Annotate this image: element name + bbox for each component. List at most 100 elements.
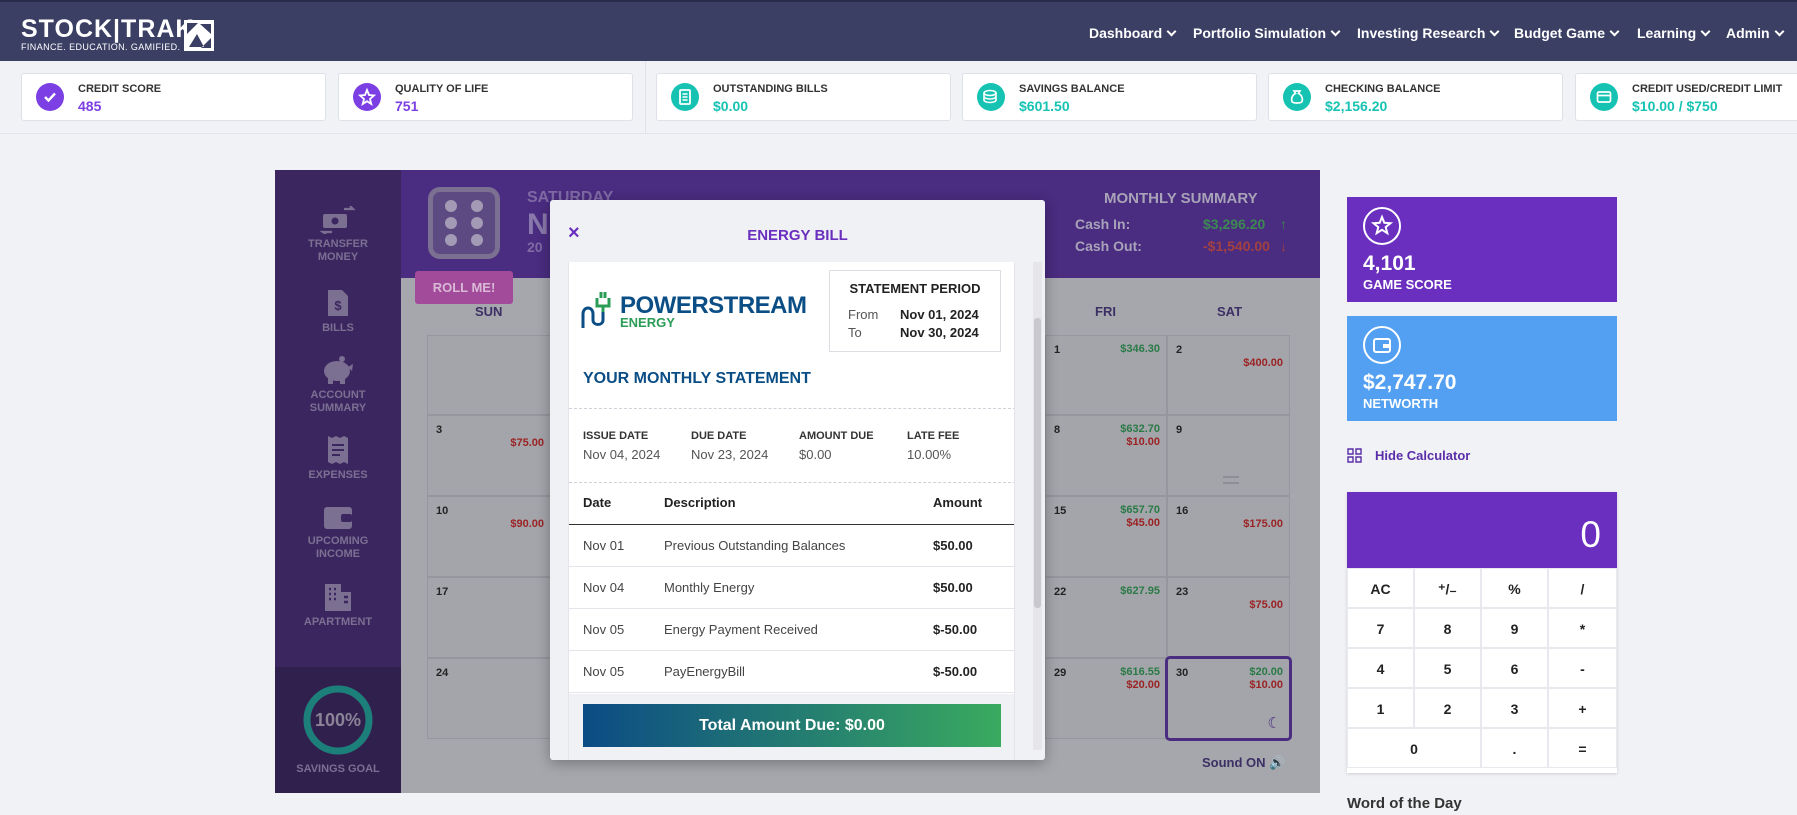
calendar-day[interactable]: 3 $75.00 — [427, 415, 551, 496]
stat-checking-balance[interactable]: CHECKING BALANCE $2,156.20 — [1268, 73, 1563, 121]
calc-key-minus[interactable]: - — [1548, 648, 1617, 688]
drag-handle-icon — [1223, 476, 1239, 484]
calculator-display-value: 0 — [1580, 514, 1601, 555]
sidebar-item-bills[interactable]: $ BILLS — [275, 288, 401, 335]
cash-in-value: $3,296.20 — [1203, 216, 1266, 232]
stat-credit-used[interactable]: CREDIT USED/CREDIT LIMIT $10.00 / $750 — [1575, 73, 1797, 121]
calendar-day[interactable]: 17 — [427, 577, 551, 658]
stat-label: CREDIT USED/CREDIT LIMIT — [1632, 83, 1783, 95]
divider — [569, 482, 1014, 483]
amount-due-label: AMOUNT DUE — [799, 430, 874, 442]
modal-scrollbar-thumb[interactable] — [1034, 318, 1041, 608]
calendar-day[interactable]: 22 $627.95 — [1045, 577, 1167, 658]
calc-key-5[interactable]: 5 — [1414, 648, 1481, 688]
statement-heading: YOUR MONTHLY STATEMENT — [583, 370, 811, 387]
networth-value: $2,747.70 — [1363, 371, 1457, 394]
table-row: Nov 04 Monthly Energy $50.00 — [569, 567, 1014, 609]
sidebar-item-label: TRANSFER MONEY — [308, 238, 368, 263]
savings-goal-label: SAVINGS GOAL — [296, 763, 380, 775]
calendar-day[interactable]: 23 $75.00 — [1167, 577, 1290, 658]
calc-key-plus[interactable]: + — [1548, 688, 1617, 728]
dice-icon[interactable] — [428, 187, 500, 259]
sidebar-item-upcoming-income[interactable]: UPCOMING INCOME — [275, 503, 401, 561]
calc-key-9[interactable]: 9 — [1481, 608, 1548, 648]
calc-key-4[interactable]: 4 — [1347, 648, 1414, 688]
calendar-day-today[interactable]: 30 $20.00 $10.00 ☾ — [1165, 656, 1292, 741]
roll-me-button[interactable]: ROLL ME! — [415, 271, 513, 304]
calc-key-2[interactable]: 2 — [1414, 688, 1481, 728]
chevron-down-icon — [1330, 26, 1341, 37]
statement-period-title: STATEMENT PERIOD — [849, 281, 981, 296]
calc-key-7[interactable]: 7 — [1347, 608, 1414, 648]
stat-value: $0.00 — [713, 98, 749, 114]
sidebar-item-account-summary[interactable]: ACCOUNT SUMMARY — [275, 355, 401, 415]
receipt-icon — [328, 436, 348, 464]
stat-label: SAVINGS BALANCE — [1019, 83, 1125, 95]
nav-learning[interactable]: Learning — [1637, 25, 1711, 41]
current-year-label: 20 — [527, 239, 543, 255]
calc-key-decimal[interactable]: . — [1481, 728, 1548, 768]
to-value: Nov 30, 2024 — [900, 325, 979, 340]
calendar-day[interactable]: 2 $400.00 — [1167, 335, 1290, 415]
calc-key-plus-minus[interactable]: ⁺/₋ — [1414, 568, 1481, 608]
game-score-value: 4,101 — [1363, 252, 1416, 275]
sound-toggle[interactable]: Sound ON 🔊 — [1202, 755, 1285, 771]
nav-dashboard[interactable]: Dashboard — [1089, 25, 1177, 41]
calc-key-percent[interactable]: % — [1481, 568, 1548, 608]
stat-credit-score[interactable]: CREDIT SCORE 485 — [21, 73, 326, 121]
chevron-down-icon — [1489, 26, 1500, 37]
calc-key-1[interactable]: 1 — [1347, 688, 1414, 728]
nav-budget-game[interactable]: Budget Game — [1514, 25, 1620, 41]
nav-investing-research[interactable]: Investing Research — [1357, 25, 1500, 41]
nav-admin[interactable]: Admin — [1726, 25, 1785, 41]
calendar-day[interactable]: 10 $90.00 — [427, 496, 551, 577]
stat-label: CREDIT SCORE — [78, 83, 162, 95]
game-sidebar: TRANSFER MONEY $ BILLS ACCOUNT SUMMARY E… — [275, 170, 401, 793]
company-subname: ENERGY — [620, 315, 675, 330]
check-badge-icon — [36, 83, 64, 111]
total-amount-due-banner: Total Amount Due: $0.00 — [583, 704, 1001, 747]
calc-key-8[interactable]: 8 — [1414, 608, 1481, 648]
column-header-date: Date — [583, 495, 612, 510]
coins-icon — [977, 83, 1005, 111]
grid-icon — [1347, 448, 1362, 463]
column-header-description: Description — [664, 495, 736, 510]
calc-key-6[interactable]: 6 — [1481, 648, 1548, 688]
stat-value: 751 — [395, 98, 419, 114]
stat-savings-balance[interactable]: SAVINGS BALANCE $601.50 — [962, 73, 1257, 121]
brand-tagline: FINANCE. EDUCATION. GAMIFIED. — [21, 42, 181, 52]
arrow-down-icon: ↓ — [1280, 238, 1287, 254]
from-value: Nov 01, 2024 — [900, 307, 979, 322]
sidebar-item-apartment[interactable]: APARTMENT — [275, 582, 401, 629]
current-month-label: N — [527, 208, 549, 241]
star-badge-icon — [353, 83, 381, 111]
stat-outstanding-bills[interactable]: OUTSTANDING BILLS $0.00 — [656, 73, 951, 121]
wallet-icon — [1363, 326, 1401, 364]
bill-dollar-icon: $ — [328, 290, 348, 316]
credit-card-icon — [1590, 83, 1618, 111]
calendar-day[interactable]: 1 $346.30 — [1045, 335, 1167, 415]
sidebar-item-transfer-money[interactable]: TRANSFER MONEY — [275, 206, 401, 264]
calendar-day[interactable]: 8 $632.70 $10.00 — [1045, 415, 1167, 496]
chevron-down-icon — [1609, 26, 1620, 37]
moon-icon: ☾ — [1267, 715, 1281, 732]
calc-key-divide[interactable]: / — [1548, 568, 1617, 608]
calculator-display: 0 — [1347, 492, 1617, 568]
stat-quality-of-life[interactable]: QUALITY OF LIFE 751 — [338, 73, 633, 121]
sidebar-item-expenses[interactable]: EXPENSES — [275, 435, 401, 482]
hide-calculator-link[interactable]: Hide Calculator — [1347, 448, 1470, 463]
calendar-day[interactable]: 9 — [1167, 415, 1290, 496]
calc-key-multiply[interactable]: * — [1548, 608, 1617, 648]
calc-key-ac[interactable]: AC — [1347, 568, 1414, 608]
calc-key-3[interactable]: 3 — [1481, 688, 1548, 728]
calendar-day[interactable]: 16 $175.00 — [1167, 496, 1290, 577]
calendar-day[interactable]: 24 — [427, 658, 551, 739]
calc-key-0[interactable]: 0 — [1347, 728, 1481, 768]
brand-logo[interactable]: STOCK|TRAK — [21, 15, 194, 44]
calc-key-equals[interactable]: = — [1548, 728, 1617, 768]
calendar-day[interactable]: 15 $657.70 $45.00 — [1045, 496, 1167, 577]
nav-portfolio-simulation[interactable]: Portfolio Simulation — [1193, 25, 1341, 41]
calendar-day[interactable]: 29 $616.55 $20.00 — [1045, 658, 1167, 739]
calculator: 0 AC ⁺/₋ % / 7 8 9 * 4 5 6 - 1 2 3 + 0 .… — [1347, 492, 1617, 773]
stat-value: $10.00 / $750 — [1632, 98, 1718, 114]
